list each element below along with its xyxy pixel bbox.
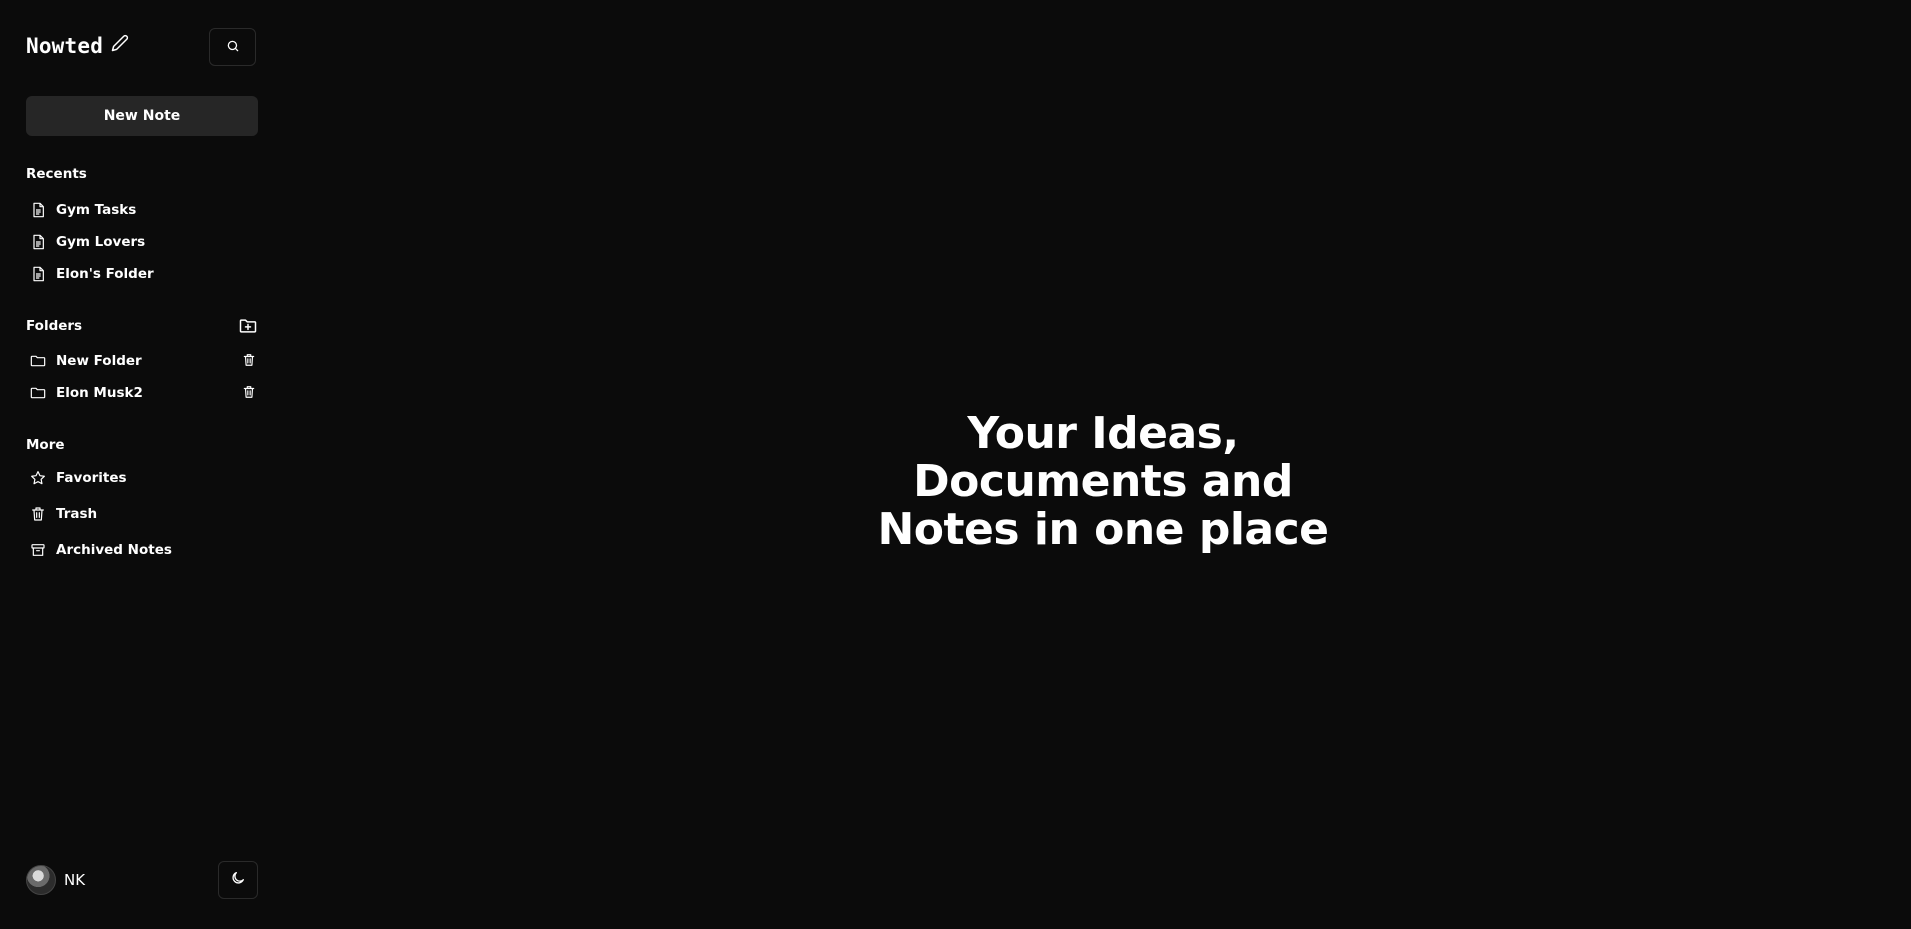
moon-icon — [230, 870, 246, 890]
app-title: Nowted — [26, 34, 104, 58]
more-item-label: Favorites — [56, 470, 127, 486]
search-icon — [226, 38, 240, 57]
folder-item-label: New Folder — [56, 353, 142, 369]
theme-toggle-button[interactable] — [218, 861, 258, 899]
sidebar: Nowted New Note Recents Gym Tasks Gym Lo… — [0, 0, 280, 929]
more-item-label: Archived Notes — [56, 542, 172, 558]
recent-item-label: Elon's Folder — [56, 266, 154, 282]
recent-item[interactable]: Gym Lovers — [30, 230, 258, 254]
more-heading: More — [26, 437, 65, 453]
trash-icon — [243, 386, 255, 398]
brand: Nowted — [26, 34, 129, 58]
hero-text: Your Ideas, Documents and Notes in one p… — [860, 410, 1346, 554]
user-profile[interactable]: NK — [26, 865, 85, 895]
folder-icon — [30, 385, 46, 401]
folders-heading: Folders — [26, 318, 83, 334]
archive-icon — [30, 542, 46, 558]
more-item-label: Trash — [56, 506, 98, 522]
add-folder-button[interactable] — [238, 316, 258, 336]
folder-item-label: Elon Musk2 — [56, 385, 143, 401]
app-root: Nowted New Note Recents Gym Tasks Gym Lo… — [0, 0, 1911, 929]
document-icon — [30, 266, 46, 282]
hero-line: Documents and — [913, 456, 1293, 507]
recent-item[interactable]: Gym Tasks — [30, 198, 258, 222]
recents-heading: Recents — [26, 166, 87, 182]
more-item-archived[interactable]: Archived Notes — [30, 538, 258, 562]
star-icon — [30, 470, 46, 486]
document-icon — [30, 202, 46, 218]
user-initials: NK — [64, 871, 86, 889]
delete-folder-button[interactable] — [242, 353, 258, 369]
more-item-favorites[interactable]: Favorites — [30, 466, 258, 490]
recent-item-label: Gym Lovers — [56, 234, 146, 250]
search-button[interactable] — [209, 28, 256, 66]
folder-icon — [30, 353, 46, 369]
document-icon — [30, 234, 46, 250]
recent-item-label: Gym Tasks — [56, 202, 137, 218]
new-note-button[interactable]: New Note — [26, 96, 258, 136]
trash-icon — [243, 354, 255, 366]
delete-folder-button[interactable] — [242, 385, 258, 401]
trash-icon — [30, 506, 46, 522]
pencil-icon[interactable] — [111, 34, 129, 56]
folder-item[interactable]: Elon Musk2 — [30, 381, 258, 405]
folder-item[interactable]: New Folder — [30, 349, 258, 373]
avatar — [26, 865, 56, 895]
hero-line: Notes in one place — [877, 504, 1329, 555]
more-item-trash[interactable]: Trash — [30, 502, 258, 526]
folder-plus-icon — [238, 316, 258, 336]
recent-item[interactable]: Elon's Folder — [30, 262, 258, 286]
hero-line: Your Ideas, — [967, 408, 1239, 459]
